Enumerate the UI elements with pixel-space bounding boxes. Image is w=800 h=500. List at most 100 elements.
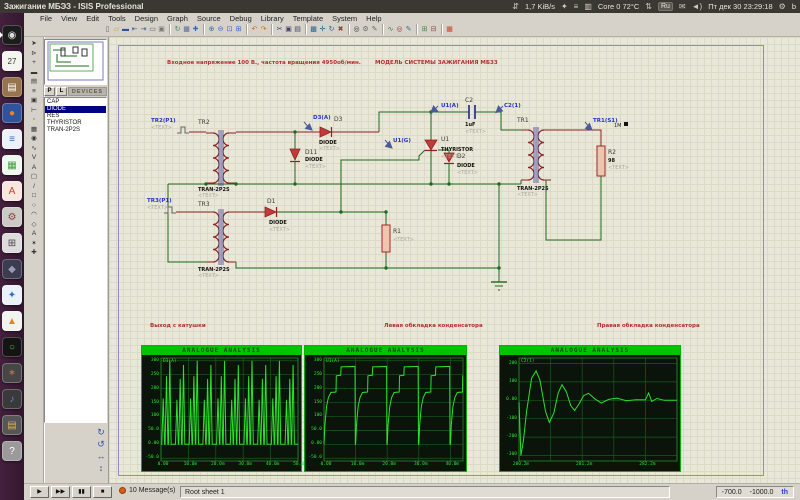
launcher-calculator[interactable]: ⊞ — [2, 233, 22, 253]
zoom-all-icon[interactable]: ⊡ — [225, 24, 234, 35]
print-icon[interactable]: ▭ — [148, 24, 157, 35]
block-rotate-icon[interactable]: ↻ — [327, 24, 336, 35]
paste-icon[interactable]: ▤ — [293, 24, 302, 35]
message-indicator[interactable]: 10 Message(s) — [119, 487, 175, 494]
netlist-to-ares-icon[interactable]: ▦ — [445, 24, 454, 35]
launcher-file-manager[interactable]: ▤ — [2, 77, 22, 97]
component-r1[interactable] — [382, 225, 390, 252]
launcher-media-app[interactable]: ♪ — [2, 389, 22, 409]
subcircuit-mode-icon[interactable]: ▣ — [27, 96, 41, 106]
rotate-clockwise-icon[interactable]: ↻ — [93, 427, 109, 438]
2d-symbol-icon[interactable]: ✶ — [27, 239, 41, 249]
component-u1[interactable] — [425, 140, 437, 151]
component-d1[interactable] — [265, 207, 277, 217]
property-tool-icon[interactable]: ✎ — [404, 24, 413, 35]
open-design-icon[interactable]: ▱ — [112, 24, 121, 35]
launcher-writer[interactable]: ≡ — [2, 129, 22, 149]
export-section-icon[interactable]: ⇥ — [139, 24, 148, 35]
mirror-horizontal-icon[interactable]: ↔ — [93, 451, 109, 462]
pan-view-icon[interactable]: ✚ — [191, 24, 200, 35]
virtual-instrument-mode-icon[interactable]: ▢ — [27, 172, 41, 182]
menu-template[interactable]: Template — [293, 14, 323, 23]
device-item-cap[interactable]: CAP — [45, 99, 106, 106]
2d-text-icon[interactable]: A — [27, 229, 41, 239]
menu-file[interactable]: File — [40, 14, 52, 23]
analysis-graph-3[interactable]: ANALOGUE ANALYSIS C2(1) 2001000.00-100-2… — [499, 345, 681, 472]
2d-line-icon[interactable]: / — [27, 182, 41, 192]
launcher-vlc[interactable]: ▲ — [2, 311, 22, 331]
keyboard-layout-indicator[interactable]: Ru — [658, 2, 673, 11]
current-probe-mode-icon[interactable]: A — [27, 163, 41, 173]
sync-arrows-icon[interactable]: ⇅ — [645, 2, 652, 11]
launcher-stack-app[interactable]: ▤ — [2, 415, 22, 435]
launcher-settings-gear[interactable]: ⚙ — [2, 207, 22, 227]
launcher-dark-tool[interactable]: ◆ — [2, 259, 22, 279]
generator-tr2p1[interactable] — [177, 127, 189, 133]
launcher-firefox[interactable]: ● — [2, 103, 22, 123]
launcher-ring-app[interactable]: ○ — [2, 337, 22, 357]
voltage-probe-mode-icon[interactable]: V — [27, 153, 41, 163]
block-delete-icon[interactable]: ✖ — [336, 24, 345, 35]
junction-dot-mode-icon[interactable]: + — [27, 58, 41, 68]
zoom-in-icon[interactable]: ⊕ — [207, 24, 216, 35]
zoom-out-icon[interactable]: ⊖ — [216, 24, 225, 35]
new-design-icon[interactable]: ▯ — [103, 24, 112, 35]
redraw-icon[interactable]: ↻ — [173, 24, 182, 35]
mirror-vertical-icon[interactable]: ↕ — [93, 463, 109, 474]
device-item-thyristor[interactable]: THYRISTOR — [45, 120, 106, 127]
ground-symbol[interactable] — [491, 282, 507, 290]
2d-circle-icon[interactable]: ○ — [27, 201, 41, 211]
remove-sheet-icon[interactable]: ⊟ — [429, 24, 438, 35]
component-c2[interactable] — [469, 105, 475, 119]
bus-mode-icon[interactable]: ≡ — [27, 87, 41, 97]
rotate-anticlockwise-icon[interactable]: ↺ — [93, 439, 109, 450]
wire-autorouter-icon[interactable]: ∿ — [386, 24, 395, 35]
block-copy-icon[interactable]: ▩ — [309, 24, 318, 35]
save-design-icon[interactable]: ▬ — [121, 24, 130, 35]
session-gear-icon[interactable]: ⚙ — [779, 2, 786, 11]
mark-output-area-icon[interactable]: ▣ — [157, 24, 166, 35]
device-item-diode[interactable]: DIODE — [45, 106, 106, 113]
launcher-proteus-isis[interactable]: ◉ — [2, 25, 22, 45]
step-button[interactable]: ▶▶ — [51, 486, 70, 498]
generator-mode-icon[interactable]: ∿ — [27, 144, 41, 154]
menu-system[interactable]: System — [332, 14, 357, 23]
menu-graph[interactable]: Graph — [167, 14, 188, 23]
menu-debug[interactable]: Debug — [230, 14, 252, 23]
launcher-dropbox[interactable]: ✦ — [2, 285, 22, 305]
text-script-mode-icon[interactable]: ▤ — [27, 77, 41, 87]
launcher-trash[interactable]: ? — [2, 441, 22, 461]
zoom-area-icon[interactable]: ⊞ — [234, 24, 243, 35]
volume-icon[interactable]: ◄) — [692, 2, 703, 11]
tape-recorder-mode-icon[interactable]: ◉ — [27, 134, 41, 144]
component-mode-icon[interactable]: ⊳ — [27, 49, 41, 59]
menu-help[interactable]: Help — [366, 14, 381, 23]
stop-button[interactable]: ■ — [93, 486, 112, 498]
undo-icon[interactable]: ↶ — [250, 24, 259, 35]
menu-design[interactable]: Design — [135, 14, 158, 23]
library-button[interactable]: L — [56, 87, 67, 96]
terminal-mode-icon[interactable]: ⊢ — [27, 106, 41, 116]
graph-mode-icon[interactable]: ▦ — [27, 125, 41, 135]
pick-device-icon[interactable]: ◎ — [352, 24, 361, 35]
menu-view[interactable]: View — [61, 14, 77, 23]
component-tr3[interactable] — [206, 209, 236, 265]
device-item-tran-2p2s[interactable]: TRAN-2P2S — [45, 127, 106, 134]
make-device-icon[interactable]: ⚙ — [361, 24, 370, 35]
launcher-photo-app[interactable]: ✶ — [2, 363, 22, 383]
search-tag-icon[interactable]: ◎ — [395, 24, 404, 35]
component-tr1[interactable] — [521, 127, 551, 183]
menu-edit[interactable]: Edit — [86, 14, 99, 23]
component-r2[interactable] — [597, 146, 605, 176]
new-sheet-icon[interactable]: ⊞ — [420, 24, 429, 35]
2d-arc-icon[interactable]: ◠ — [27, 210, 41, 220]
device-item-res[interactable]: RES — [45, 113, 106, 120]
selection-tool-icon[interactable]: ➤ — [27, 39, 41, 49]
copy-icon[interactable]: ▣ — [284, 24, 293, 35]
app-indicator-icon[interactable]: ✦ — [561, 2, 568, 11]
mail-icon[interactable]: ✉ — [679, 2, 686, 11]
overview-window[interactable] — [44, 39, 107, 85]
2d-path-icon[interactable]: ◇ — [27, 220, 41, 230]
decompose-icon[interactable]: ✎ — [370, 24, 379, 35]
grid-toggle-icon[interactable]: ▦ — [182, 24, 191, 35]
